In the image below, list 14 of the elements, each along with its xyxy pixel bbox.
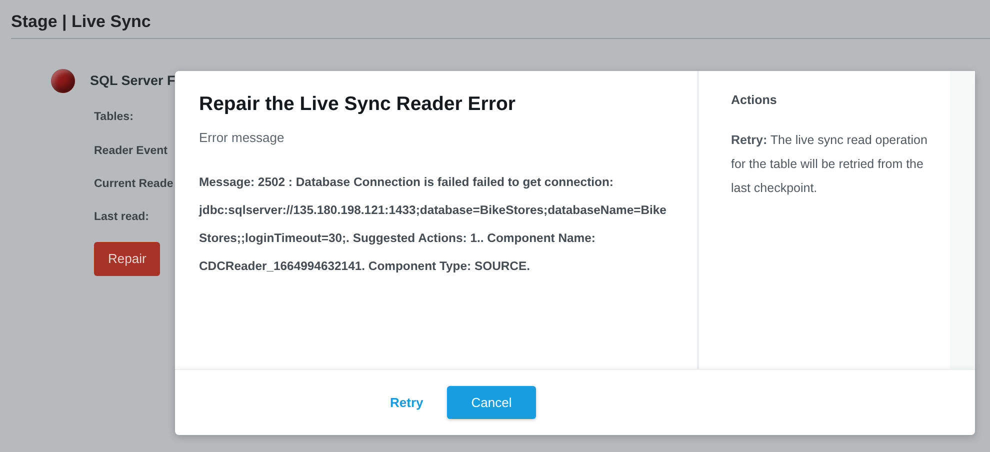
error-message: Message: 2502 : Database Connection is failed failed to get connection: jdbc:sqlserver://135.180.198.121:1433;database=BikeStores;databaseName=BikeStores;;loginTimeout=30;. Suggested Actions: 1.. Component Name: CDCReader_1664994632141. Component Type: SOURCE. bbox=[199, 174, 668, 275]
page-title: Stage | Live Sync bbox=[11, 0, 990, 40]
cancel-button[interactable]: Cancel bbox=[447, 386, 536, 420]
retry-link[interactable]: Retry bbox=[380, 386, 434, 418]
field-label: Tables: bbox=[94, 110, 134, 126]
actions-heading: Actions bbox=[731, 92, 778, 109]
dialog-title: Repair the Live Sync Reader Error bbox=[199, 93, 516, 116]
dialog-subtitle: Error message bbox=[199, 129, 286, 148]
action-description: Retry: The live sync read operation for the table will be retried from the last checkpoint. bbox=[731, 132, 928, 197]
repair-button[interactable]: Repair bbox=[94, 242, 160, 276]
field-label: Last read: bbox=[94, 210, 149, 226]
field-label: Current Reade bbox=[94, 176, 174, 192]
source-name: SQL Server F bbox=[90, 72, 176, 90]
field-label: Reader Event bbox=[94, 144, 168, 159]
